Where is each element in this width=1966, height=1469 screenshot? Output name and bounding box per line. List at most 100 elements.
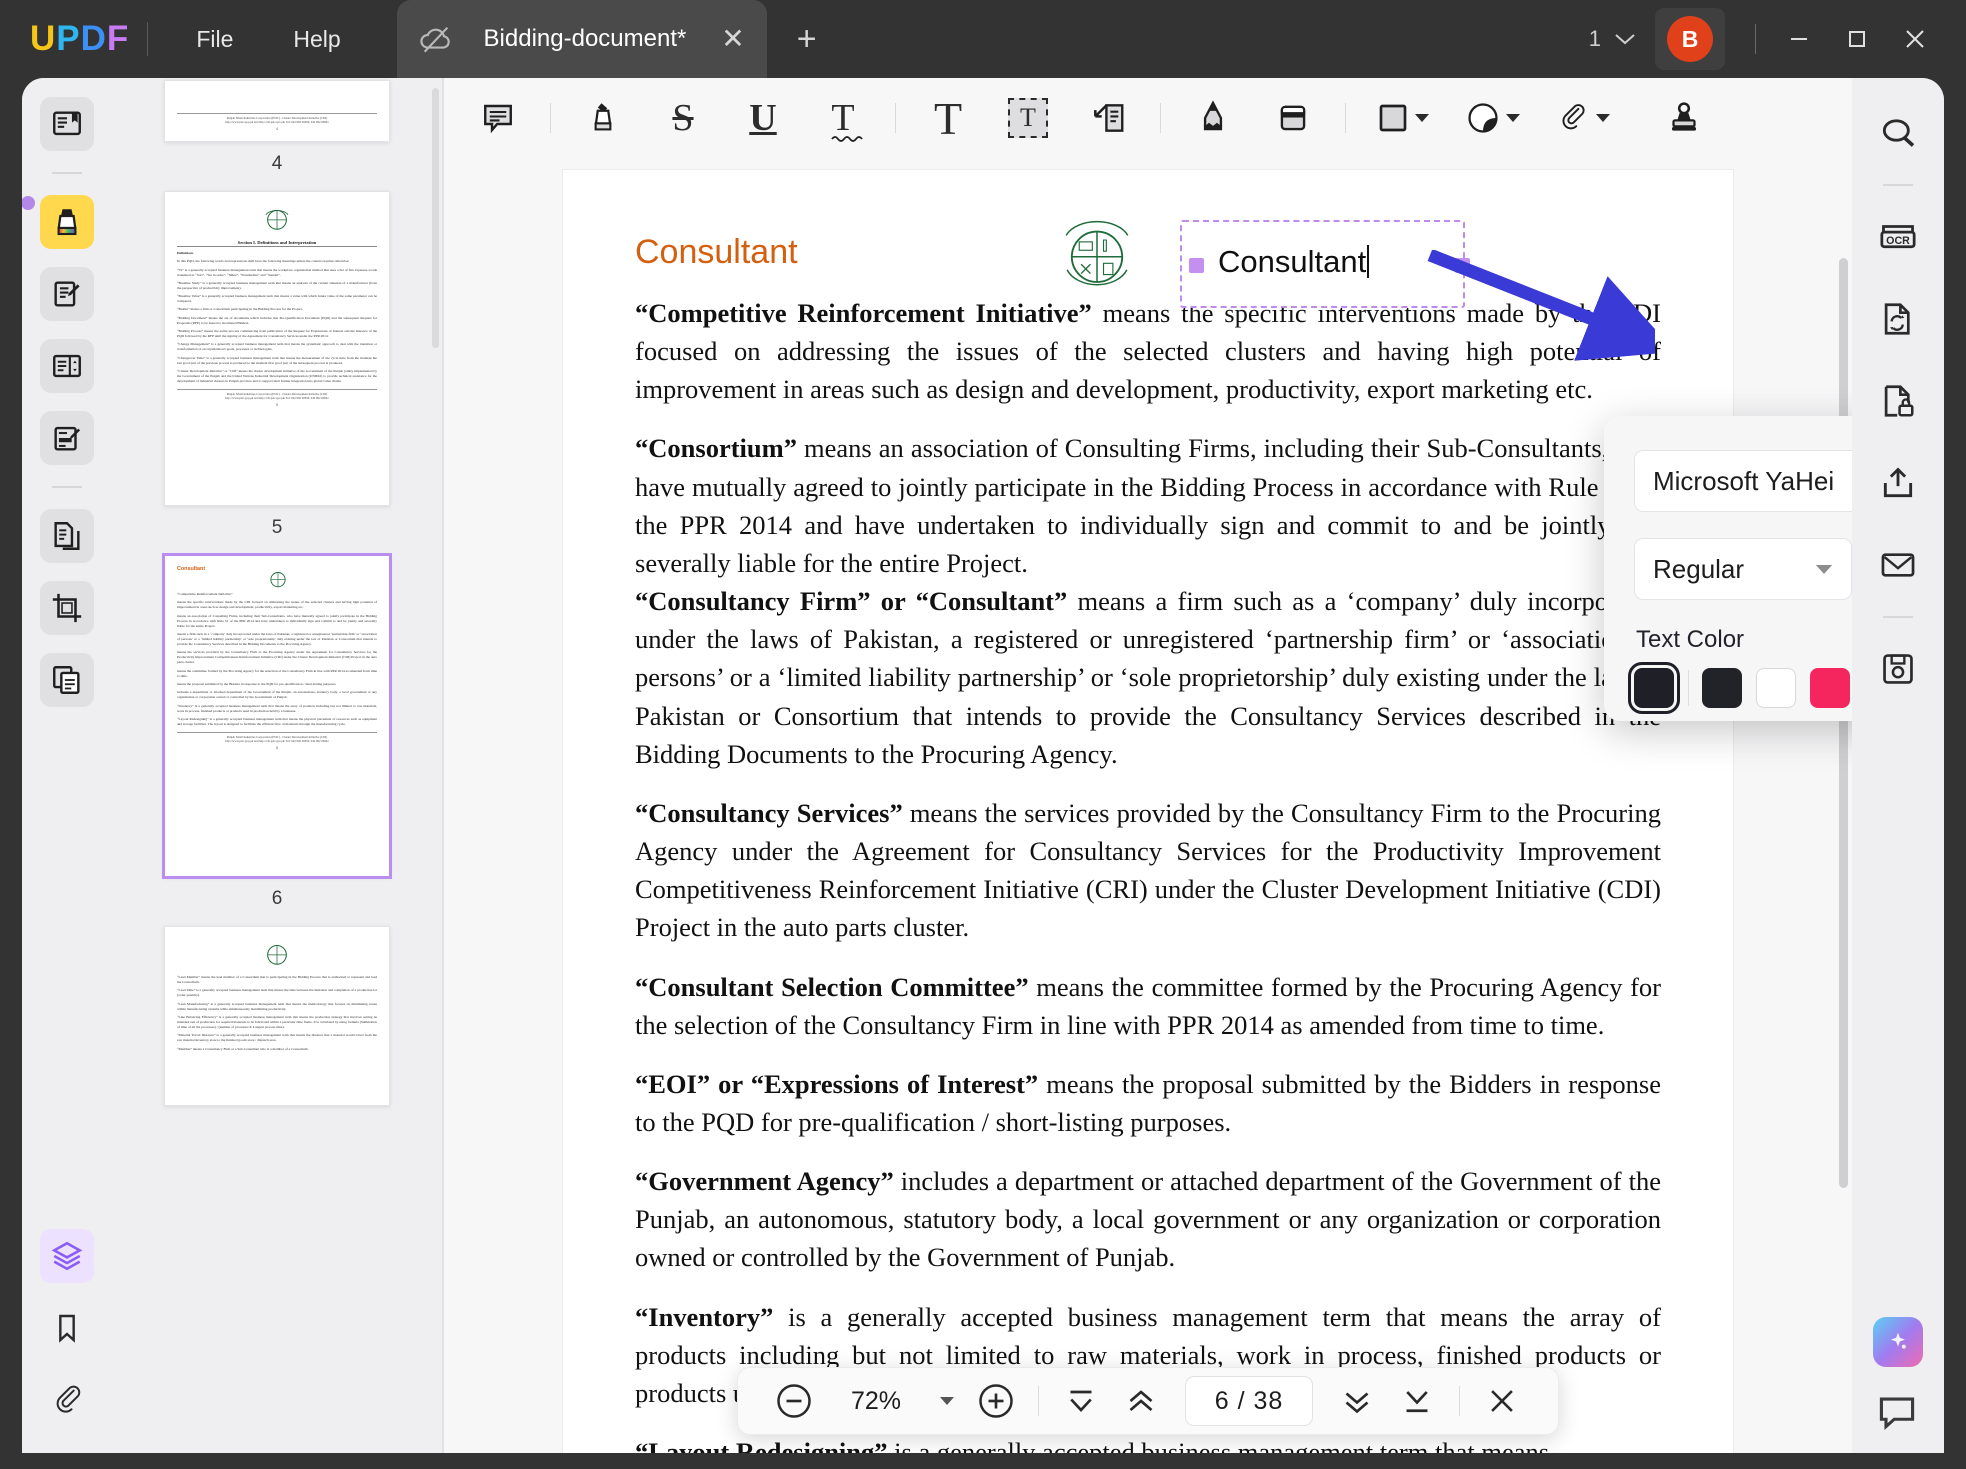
paragraph-lead-term: “Consultant Selection Committee” <box>635 972 1029 1002</box>
thumbnail-item[interactable]: Punjab Small Industries Corporation (PSI… <box>112 80 442 191</box>
underline-tool[interactable]: U <box>735 90 791 146</box>
thumbnail-page-5[interactable]: Section I. Definitions and Interpretatio… <box>164 191 390 506</box>
callout-tool[interactable] <box>1080 90 1136 146</box>
pencil-tool[interactable] <box>1185 90 1241 146</box>
last-page-button[interactable] <box>1394 1378 1440 1424</box>
share-tool-button[interactable] <box>1870 455 1926 511</box>
sidebar-item-form-fill[interactable] <box>40 411 94 465</box>
text-format-panel[interactable]: Microsoft YaHei Regular 14px <box>1604 416 1852 721</box>
color-swatch-white[interactable] <box>1756 668 1796 708</box>
textbox-content[interactable]: Consultant <box>1218 244 1369 280</box>
tab-close-icon[interactable]: ✕ <box>721 25 744 53</box>
document-tab[interactable]: Bidding-document* ✕ <box>397 0 767 78</box>
email-tool-button[interactable] <box>1870 537 1926 593</box>
sidebar-item-attachments-panel[interactable] <box>40 1373 94 1427</box>
sidebar-item-edit-pdf[interactable] <box>40 267 94 321</box>
font-style-value: Regular <box>1653 554 1815 585</box>
font-style-select[interactable]: Regular <box>1634 538 1852 600</box>
square-shape-icon <box>1377 102 1409 134</box>
zoom-level[interactable]: 72% <box>840 1387 912 1416</box>
sidebar-item-compare-files[interactable] <box>40 653 94 707</box>
window-count-selector[interactable]: 1 <box>1589 26 1637 52</box>
thumb-paragraph: “Member” means a Consultancy Firm or a S… <box>177 1047 377 1052</box>
window-count-value: 1 <box>1589 26 1601 52</box>
thumbnail-page-4[interactable]: Punjab Small Industries Corporation (PSI… <box>164 80 390 142</box>
crest-icon <box>260 937 294 971</box>
menu-help[interactable]: Help <box>263 18 370 61</box>
sidebar-item-page-organize[interactable] <box>40 339 94 393</box>
account-button[interactable]: B <box>1655 8 1725 70</box>
convert-tool-button[interactable] <box>1870 291 1926 347</box>
text-box-tool[interactable]: T <box>1000 90 1056 146</box>
thumbnail-item[interactable]: “Lead Member” means the lead member of a… <box>112 926 442 1106</box>
thumbnail-panel[interactable]: Punjab Small Industries Corporation (PSI… <box>112 78 442 1453</box>
color-swatch-near-black[interactable] <box>1702 668 1742 708</box>
thumbnail-number-6: 6 <box>272 888 283 910</box>
rail-collapse-knob[interactable] <box>22 196 35 210</box>
stamp-icon <box>1666 100 1702 136</box>
feedback-chat-button[interactable] <box>1875 1389 1921 1435</box>
color-swatch-black-selected[interactable] <box>1634 668 1674 708</box>
ai-assistant-button[interactable] <box>1873 1317 1923 1367</box>
attachment-tool[interactable] <box>1546 90 1620 146</box>
stamp-color-tool[interactable] <box>1456 90 1530 146</box>
page-indicator[interactable]: 6 / 38 <box>1185 1376 1313 1426</box>
save-tool-button[interactable] <box>1870 641 1926 697</box>
close-navigation-button[interactable] <box>1479 1378 1525 1424</box>
viewer-scrollbar[interactable] <box>1839 258 1848 1188</box>
sidebar-item-crop-page[interactable] <box>40 581 94 635</box>
minimize-button[interactable] <box>1770 10 1828 68</box>
textbox-handle-right[interactable] <box>1455 258 1470 273</box>
sidebar-item-comment-markup[interactable] <box>40 195 94 249</box>
thumb-paragraph: “Bidding Document” means the set of docu… <box>177 316 377 326</box>
title-bar: U P D F File Help Bidding-document* ✕ + … <box>0 0 1966 78</box>
ocr-tool-button[interactable]: OCR <box>1870 209 1926 265</box>
crest-icon <box>1055 212 1139 296</box>
window-close-button[interactable] <box>1886 10 1944 68</box>
logo-letter-p: P <box>56 19 80 59</box>
protect-tool-button[interactable] <box>1870 373 1926 429</box>
thumb-page-title: Consultant <box>177 566 205 572</box>
zoom-in-button[interactable] <box>973 1378 1019 1424</box>
underline-U-icon: U <box>749 96 776 140</box>
text-T-icon: T <box>934 92 962 145</box>
sticky-note-tool[interactable] <box>470 90 526 146</box>
editable-text-box[interactable]: Consultant <box>1180 220 1465 308</box>
thumb-paragraph: “Lean Manufacturing” is a generally acce… <box>177 1002 377 1012</box>
sidebar-item-layers-panel[interactable] <box>40 1229 94 1283</box>
sidebar-item-convert-pdf[interactable] <box>40 509 94 563</box>
chevron-down-icon <box>1505 113 1521 123</box>
font-family-select[interactable]: Microsoft YaHei <box>1634 450 1852 512</box>
highlight-tool[interactable] <box>575 90 631 146</box>
new-tab-icon[interactable]: + <box>797 22 817 56</box>
thumbnail-scrollbar[interactable] <box>432 88 439 348</box>
eraser-tool[interactable] <box>1265 90 1321 146</box>
textbox-handle-left[interactable] <box>1189 258 1204 273</box>
thumbnail-page-6[interactable]: Consultant “Competitive Reinforcement In… <box>164 555 390 877</box>
zoom-out-button[interactable] <box>771 1378 817 1424</box>
first-page-button[interactable] <box>1058 1378 1104 1424</box>
pdf-viewer[interactable]: Consultant <box>444 158 1852 1453</box>
signature-stamp-tool[interactable] <box>1656 90 1712 146</box>
thumbnail-item[interactable]: Section I. Definitions and Interpretatio… <box>112 191 442 555</box>
strikethrough-tool[interactable]: S <box>655 90 711 146</box>
sidebar-item-reader-mode[interactable] <box>40 97 94 151</box>
next-page-button[interactable] <box>1334 1378 1380 1424</box>
menu-file[interactable]: File <box>166 18 263 61</box>
shape-tool[interactable] <box>1366 90 1440 146</box>
color-swatch-pink-red[interactable] <box>1810 668 1850 708</box>
maximize-button[interactable] <box>1828 10 1886 68</box>
thumbnail-page-7[interactable]: “Lead Member” means the lead member of a… <box>164 926 390 1106</box>
previous-page-icon <box>1123 1383 1159 1419</box>
squiggly-tool[interactable]: T <box>815 90 871 146</box>
app-body: Punjab Small Industries Corporation (PSI… <box>22 78 1944 1453</box>
window-controls-divider <box>1755 24 1756 54</box>
previous-page-button[interactable] <box>1118 1378 1164 1424</box>
thumb-paragraph: “Baseline Value” is a generally accepted… <box>177 294 377 304</box>
pdf-page[interactable]: Consultant <box>563 170 1733 1453</box>
search-panel-button[interactable] <box>1870 105 1926 161</box>
thumbnail-item[interactable]: Consultant “Competitive Reinforcement In… <box>112 555 442 926</box>
sidebar-item-bookmarks-panel[interactable] <box>40 1301 94 1355</box>
zoom-dropdown-button[interactable] <box>934 1378 960 1424</box>
text-tool[interactable]: T <box>920 90 976 146</box>
